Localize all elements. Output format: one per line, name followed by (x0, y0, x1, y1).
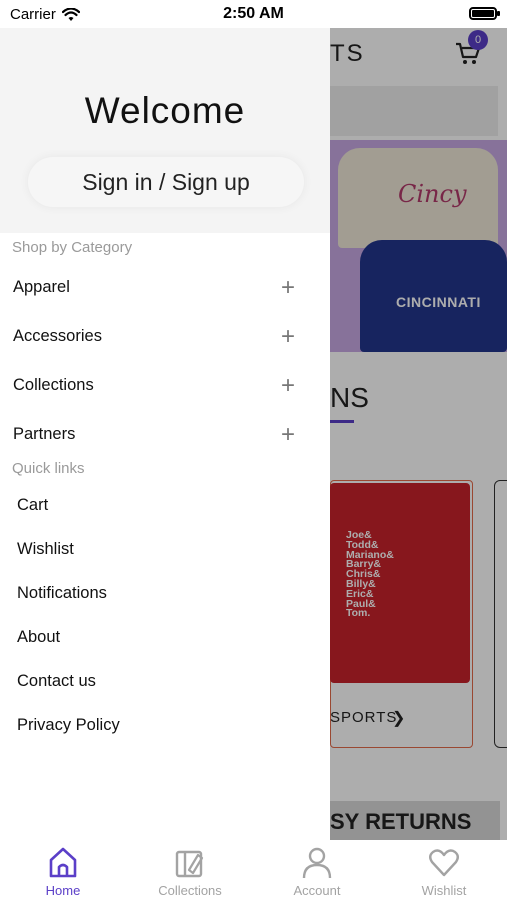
battery-icon (469, 7, 500, 20)
tab-label: Collections (158, 883, 222, 898)
sign-in-button[interactable]: Sign in / Sign up (28, 157, 304, 207)
quick-link-privacy-policy[interactable]: Privacy Policy (17, 716, 120, 735)
heart-icon (429, 849, 459, 877)
quick-links-label: Quick links (12, 460, 85, 477)
collections-icon (175, 850, 204, 878)
home-icon (49, 847, 77, 878)
drawer-header: Welcome Sign in / Sign up (0, 28, 330, 233)
shop-by-category-label: Shop by Category (12, 239, 133, 256)
expand-plus-icon[interactable]: + (281, 372, 295, 400)
tab-label: Account (293, 883, 341, 898)
category-label: Accessories (13, 327, 102, 345)
quick-link-notifications[interactable]: Notifications (17, 584, 107, 603)
quick-link-cart[interactable]: Cart (17, 496, 48, 515)
expand-plus-icon[interactable]: + (281, 421, 295, 449)
tab-collections[interactable]: Collections (127, 840, 253, 900)
quick-link-contact-us[interactable]: Contact us (17, 672, 96, 691)
clock: 2:50 AM (223, 5, 284, 22)
account-icon (302, 847, 332, 879)
bottom-tab-bar: Home Collections Account Wishlist (0, 840, 507, 900)
tab-wishlist[interactable]: Wishlist (381, 840, 507, 900)
category-item-accessories[interactable]: Accessories + (13, 323, 303, 357)
category-item-collections[interactable]: Collections + (13, 372, 303, 406)
quick-link-wishlist[interactable]: Wishlist (17, 540, 74, 559)
tab-label: Wishlist (421, 883, 467, 898)
expand-plus-icon[interactable]: + (281, 274, 295, 302)
tab-label: Home (45, 883, 81, 898)
category-item-apparel[interactable]: Apparel + (13, 274, 303, 308)
side-drawer: Welcome Sign in / Sign up Shop by Catego… (0, 28, 330, 840)
welcome-title: Welcome (84, 90, 246, 131)
category-label: Apparel (13, 278, 70, 296)
category-item-partners[interactable]: Partners + (13, 421, 303, 455)
tab-account[interactable]: Account (254, 840, 380, 900)
quick-link-about[interactable]: About (17, 628, 60, 647)
status-bar: Carrier 2:50 AM (0, 0, 507, 28)
tab-home[interactable]: Home (0, 840, 126, 900)
category-label: Partners (13, 425, 76, 443)
category-label: Collections (13, 376, 94, 394)
expand-plus-icon[interactable]: + (281, 323, 295, 351)
